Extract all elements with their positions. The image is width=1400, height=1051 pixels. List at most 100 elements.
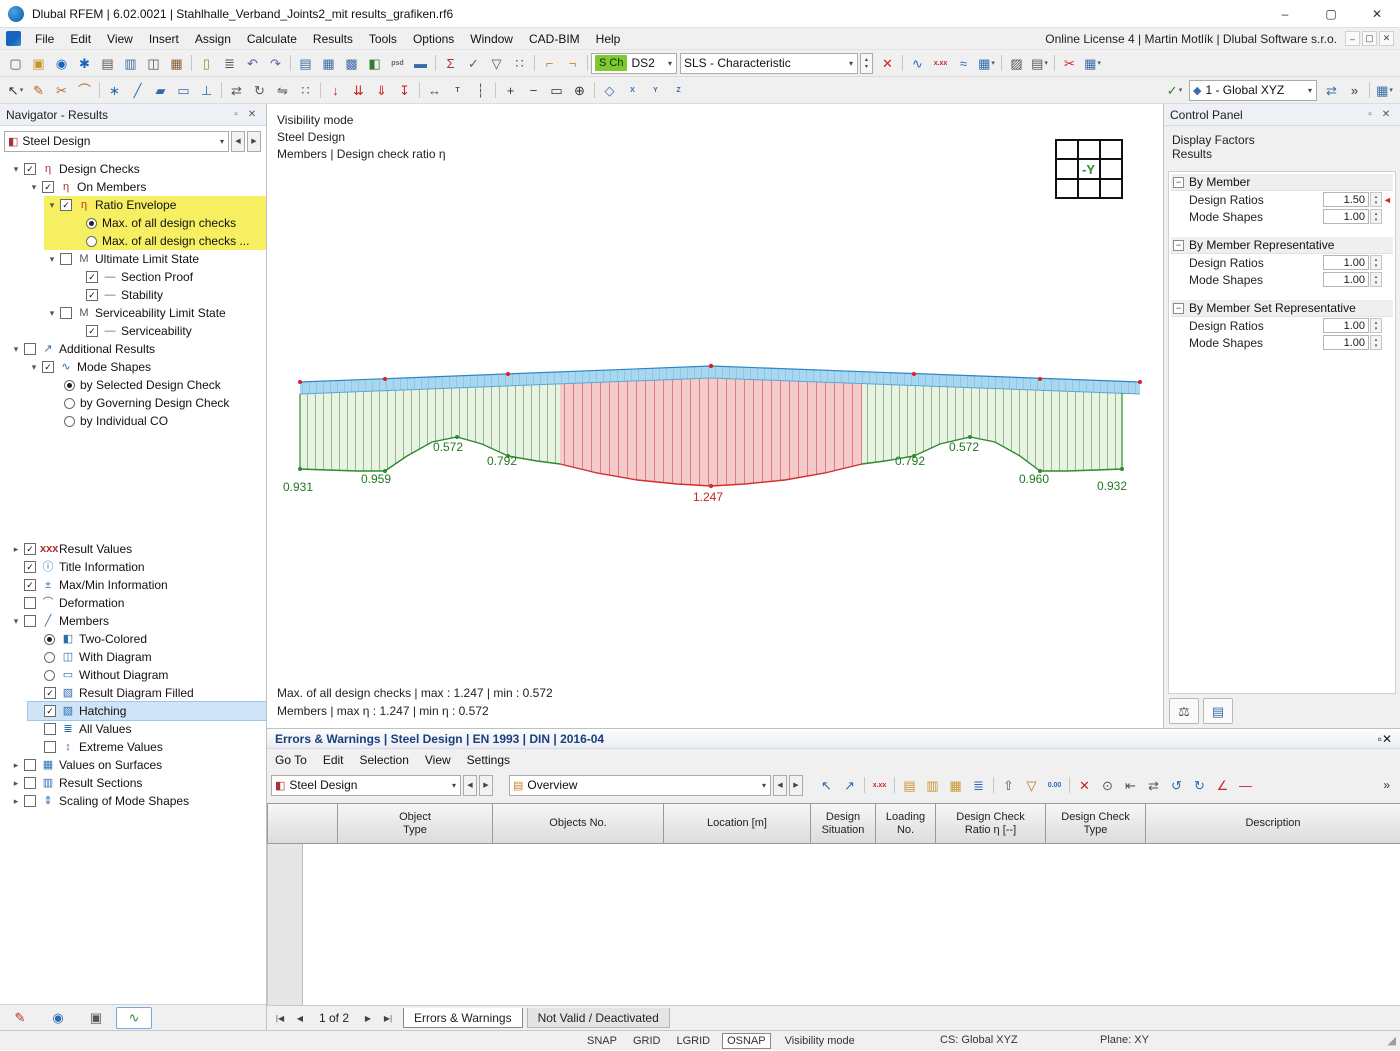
menu-help[interactable]: Help [588, 28, 629, 50]
internal-forces-diagram-icon[interactable]: ∿ [906, 52, 929, 74]
combination-wizard-icon[interactable]: ∷ [508, 52, 531, 74]
redo-icon[interactable]: ↷ [264, 52, 287, 74]
printout-report-icon[interactable]: ≣ [218, 52, 241, 74]
child-close-button[interactable]: ✕ [1379, 31, 1394, 46]
window-list-icon[interactable]: ▦▾ [1373, 79, 1396, 101]
visibility-mode-icon[interactable]: ⇄ [1320, 79, 1343, 101]
select-all-graphic-icon[interactable]: ↗ [838, 774, 861, 796]
section-cut-icon[interactable]: ✂ [1058, 52, 1081, 74]
last-page-button[interactable]: ▶| [379, 1009, 397, 1027]
navigator-tab-results[interactable]: ∿ [116, 1007, 152, 1029]
menu-calculate[interactable]: Calculate [239, 28, 305, 50]
tree-item-mode-shapes[interactable]: ▾✓∿Mode Shapes [0, 358, 266, 376]
new-member-icon[interactable]: ╱ [126, 79, 149, 101]
tree-item-by-governing-design-check[interactable]: by Governing Design Check [0, 394, 266, 412]
menu-window[interactable]: Window [462, 28, 521, 50]
tree-item-max-of-all-design-checks[interactable]: Max. of all design checks [0, 214, 266, 232]
tree-item-result-sections[interactable]: ▸▥Result Sections [0, 774, 266, 792]
checkbox[interactable]: ✓ [86, 271, 98, 283]
tree-item-title-information[interactable]: ✓ⓘTitle Information [0, 558, 266, 576]
navigator-toggle-icon[interactable]: ▤ [96, 52, 119, 74]
excel-export-icon[interactable]: ◧ [363, 52, 386, 74]
checkbox[interactable]: ✓ [60, 199, 72, 211]
rotate-icon[interactable]: ↻ [248, 79, 271, 101]
scale-icon[interactable]: ⚖ [1169, 698, 1199, 724]
view-in-y-icon[interactable]: Y [644, 79, 667, 101]
checkbox[interactable]: ✓ [24, 543, 36, 555]
print-icon[interactable]: ◫ [142, 52, 165, 74]
next-issue-icon[interactable]: ↻ [1188, 774, 1211, 796]
checkbox[interactable] [60, 253, 72, 265]
undo-icon[interactable]: ↶ [241, 52, 264, 74]
delete-rows-icon[interactable]: ✕ [1073, 774, 1096, 796]
start-table-icon[interactable]: ▤ [898, 774, 921, 796]
maximize-button[interactable]: ▢ [1308, 0, 1354, 28]
dropdown-arrow-icon[interactable]: ▾ [848, 59, 854, 68]
tree-item-with-diagram[interactable]: ◫With Diagram [0, 648, 266, 666]
edit-pencil-icon[interactable]: ✎ [27, 79, 50, 101]
factor-spinner[interactable]: ▴▾ [1370, 318, 1382, 333]
checkbox[interactable]: ✓ [86, 289, 98, 301]
check-model-icon[interactable]: ✓ [462, 52, 485, 74]
close-button[interactable]: ✕ [1354, 0, 1400, 28]
expand-icon[interactable]: ▸ [8, 544, 24, 555]
show-table-grid-icon[interactable]: ▦ [317, 52, 340, 74]
select-row-graphic-icon[interactable]: ↖ [815, 774, 838, 796]
toggle-osnap[interactable]: OSNAP [722, 1033, 771, 1049]
tree-item-additional-results[interactable]: ▾↗Additional Results [0, 340, 266, 358]
zoom-in-icon[interactable]: + [499, 79, 522, 101]
radio-button[interactable] [64, 398, 75, 409]
delete-results-icon[interactable]: ✕ [876, 52, 899, 74]
row-selector-header[interactable] [268, 804, 338, 844]
model-viewport[interactable]: Visibility mode Steel Design Members | D… [267, 104, 1163, 728]
new-support-icon[interactable]: ⊥ [195, 79, 218, 101]
factor-spinner[interactable]: ▴▾ [1370, 192, 1382, 207]
design-situations-icon[interactable]: ▽ [485, 52, 508, 74]
zoom-out-icon[interactable]: − [522, 79, 545, 101]
tree-item-serviceability-limit-state[interactable]: ▾MServiceability Limit State [0, 304, 266, 322]
collapse-icon[interactable]: ▾ [44, 200, 60, 211]
checkbox[interactable] [24, 597, 36, 609]
collapse-icon[interactable]: ▾ [8, 164, 24, 175]
tree-item-by-selected-design-check[interactable]: by Selected Design Check [0, 376, 266, 394]
navigator-tab-display[interactable]: ◉ [40, 1007, 76, 1029]
first-page-button[interactable]: |◀ [271, 1009, 289, 1027]
design-situation-combo[interactable]: SLS - Characteristic ▾ [680, 53, 858, 74]
expand-icon[interactable]: ▸ [8, 796, 24, 807]
close-panel-icon[interactable]: ✕ [244, 107, 260, 123]
result-lens-icon[interactable]: x.xx [868, 774, 891, 796]
previous-table-button[interactable]: ◀ [463, 775, 477, 796]
toolbar-overflow-icon[interactable]: » [1377, 778, 1396, 792]
radio-button[interactable] [86, 218, 97, 229]
previous-page-button[interactable]: ◀ [291, 1009, 309, 1027]
angle-check-icon[interactable]: ∠ [1211, 774, 1234, 796]
navigator-tab-views[interactable]: ▣ [78, 1007, 114, 1029]
menu-view[interactable]: View [99, 28, 141, 50]
move-copy-icon[interactable]: ⇄ [225, 79, 248, 101]
zoom-window-icon[interactable]: ▭ [545, 79, 568, 101]
settings-gear-icon[interactable]: ✱ [73, 52, 96, 74]
checkbox[interactable] [24, 795, 36, 807]
column-header-location-m[interactable]: Location [m] [664, 804, 811, 844]
tab-errors-warnings[interactable]: Errors & Warnings [403, 1008, 523, 1028]
errors-table-body[interactable] [267, 844, 1400, 1005]
radio-button[interactable] [86, 236, 97, 247]
menu-options[interactable]: Options [405, 28, 462, 50]
view-orientation-icon[interactable]: -Y [1053, 137, 1125, 203]
float-panel-icon[interactable]: ▫ [1362, 107, 1378, 123]
errors-menu-edit[interactable]: Edit [315, 749, 352, 771]
navigator-tab-data[interactable]: ✎ [2, 1007, 38, 1029]
close-panel-icon[interactable]: ✕ [1382, 732, 1392, 746]
tree-item-max-of-all-design-checks[interactable]: Max. of all design checks ... [0, 232, 266, 250]
decimal-places-icon[interactable]: 0.00 [1043, 774, 1066, 796]
float-panel-icon[interactable]: ▫ [228, 107, 244, 123]
trim-icon[interactable]: ✂ [50, 79, 73, 101]
select-pointer-icon[interactable]: ↖▾ [4, 79, 27, 101]
table-list-icon[interactable]: ≣ [967, 774, 990, 796]
mirror-icon[interactable]: ⇋ [271, 79, 294, 101]
dropdown-arrow-icon[interactable]: ▾ [451, 781, 457, 790]
dimensions-icon[interactable]: ↔ [423, 79, 446, 101]
collapse-box-icon[interactable]: − [1173, 177, 1184, 188]
work-plane-label[interactable]: Plane: XY [1100, 1034, 1149, 1046]
export-table-icon[interactable]: ⇧ [997, 774, 1020, 796]
